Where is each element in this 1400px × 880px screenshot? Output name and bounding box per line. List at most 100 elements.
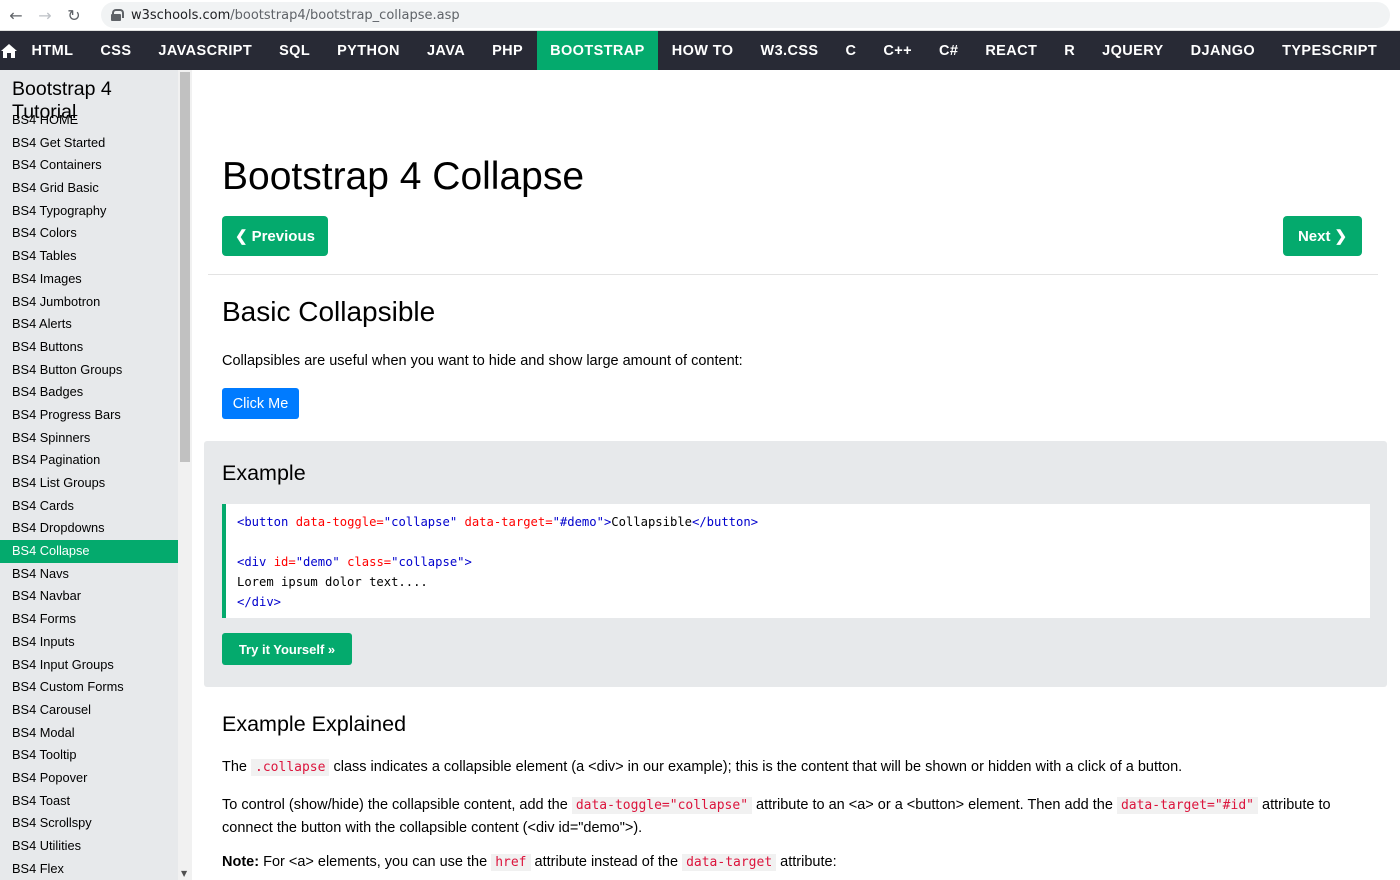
sidebar-scrollbar[interactable]: ▼: [178, 70, 192, 880]
sidebar-item-bs4-scrollspy[interactable]: BS4 Scrollspy: [0, 812, 178, 835]
topnav-item-java[interactable]: JAVA: [413, 31, 478, 70]
topnav-item-c-[interactable]: C#: [925, 31, 971, 70]
back-arrow-icon[interactable]: ←: [3, 2, 29, 28]
topnav-item-html[interactable]: HTML: [18, 31, 87, 70]
sidebar-item-bs4-progress-bars[interactable]: BS4 Progress Bars: [0, 404, 178, 427]
divider: [208, 274, 1378, 275]
url-host: w3schools.com: [131, 7, 231, 23]
sidebar-item-bs4-carousel[interactable]: BS4 Carousel: [0, 699, 178, 722]
inline-code: href: [491, 854, 531, 871]
sidebar-item-bs4-typography[interactable]: BS4 Typography: [0, 200, 178, 223]
address-bar[interactable]: w3schools.com/bootstrap4/bootstrap_colla…: [101, 2, 1390, 28]
topnav-item-sql[interactable]: SQL: [266, 31, 324, 70]
next-label: Next: [1297, 227, 1331, 245]
explained-paragraph-2: To control (show/hide) the collapsible c…: [222, 794, 1342, 839]
forward-arrow-icon[interactable]: →: [32, 2, 58, 28]
sidebar-item-bs4-tables[interactable]: BS4 Tables: [0, 245, 178, 268]
inline-code: .collapse: [251, 759, 330, 776]
explained-title: Example Explained: [222, 712, 407, 736]
reload-icon[interactable]: ↻: [61, 2, 87, 28]
inline-code: data-target="#id": [1116, 797, 1258, 814]
inline-code: data-toggle="collapse": [571, 797, 753, 814]
text: The: [222, 759, 252, 775]
text: attribute instead of the: [530, 854, 683, 870]
text: class indicates a collapsible element (a…: [329, 759, 1183, 775]
sidebar-item-bs4-containers[interactable]: BS4 Containers: [0, 154, 178, 177]
sidebar-item-bs4-tooltip[interactable]: BS4 Tooltip: [0, 744, 178, 767]
chevron-left-icon: ❮: [235, 228, 248, 245]
page-title: Bootstrap 4 Collapse: [222, 155, 585, 198]
topnav-item-c-[interactable]: C++: [870, 31, 926, 70]
code-example: <button data-toggle="collapse" data-targ…: [222, 504, 1370, 618]
browser-toolbar: ← → ↻ w3schools.com/bootstrap4/bootstrap…: [0, 0, 1400, 31]
sidebar-item-bs4-collapse[interactable]: BS4 Collapse: [0, 540, 178, 563]
sidebar-item-bs4-pagination[interactable]: BS4 Pagination: [0, 449, 178, 472]
click-me-button[interactable]: Click Me: [222, 388, 299, 419]
sidebar: Bootstrap 4 Tutorial BS4 HOME BS4 Get Sta…: [0, 70, 178, 880]
topnav-item-how-to[interactable]: HOW TO: [658, 31, 747, 70]
sidebar-item-bs4-jumbotron[interactable]: BS4 Jumbotron: [0, 291, 178, 314]
sidebar-item-bs4-alerts[interactable]: BS4 Alerts: [0, 313, 178, 336]
sidebar-item-bs4-dropdowns[interactable]: BS4 Dropdowns: [0, 517, 178, 540]
topnav-item-django[interactable]: DJANGO: [1177, 31, 1268, 70]
sidebar-item-bs4-spinners[interactable]: BS4 Spinners: [0, 427, 178, 450]
topnav-item-python[interactable]: PYTHON: [324, 31, 414, 70]
note-paragraph: Note: For <a> elements, you can use the …: [222, 851, 837, 874]
topnav-item-bootstrap[interactable]: BOOTSTRAP: [536, 31, 659, 70]
next-button[interactable]: Next ❯: [1283, 216, 1362, 256]
sidebar-item-bs4-utilities[interactable]: BS4 Utilities: [0, 835, 178, 858]
sidebar-item-bs4-cards[interactable]: BS4 Cards: [0, 495, 178, 518]
sidebar-item-bs4-get-started[interactable]: BS4 Get Started: [0, 132, 178, 155]
code-line: Lorem ipsum dolor text....: [237, 575, 428, 589]
chevron-right-icon: ❯: [1334, 228, 1348, 245]
inline-code: data-target: [682, 854, 777, 871]
explained-paragraph-1: The .collapse class indicates a collapsi…: [222, 756, 1182, 779]
sidebar-item-bs4-navbar[interactable]: BS4 Navbar: [0, 585, 178, 608]
previous-label: Previous: [251, 227, 315, 245]
sidebar-item-bs4-button-groups[interactable]: BS4 Button Groups: [0, 359, 178, 382]
try-it-yourself-button[interactable]: Try it Yourself »: [222, 633, 352, 665]
text: For <a> elements, you can use the: [259, 854, 492, 870]
example-box: Example <button data-toggle="collapse" d…: [204, 441, 1387, 687]
sidebar-item-bs4-popover[interactable]: BS4 Popover: [0, 767, 178, 790]
code-line: <button data-toggle="collapse" data-targ…: [237, 515, 759, 529]
sidebar-item-bs4-buttons[interactable]: BS4 Buttons: [0, 336, 178, 359]
top-navigation: HTML CSS JAVASCRIPT SQL PYTHON JAVA PHP BOOTSTR…: [0, 31, 1400, 70]
sidebar-item-bs4-custom-forms[interactable]: BS4 Custom Forms: [0, 676, 178, 699]
sidebar-item-bs4-forms[interactable]: BS4 Forms: [0, 608, 178, 631]
sidebar-item-bs4-home[interactable]: BS4 HOME: [0, 109, 178, 132]
topnav-item-jquery[interactable]: JQUERY: [1089, 31, 1178, 70]
code-line: <div id="demo" class="collapse">: [237, 555, 472, 569]
sidebar-title: Bootstrap 4 Tutorial: [12, 78, 112, 123]
scroll-down-arrow-icon[interactable]: ▼: [181, 869, 187, 878]
previous-button[interactable]: ❮ Previous: [222, 216, 328, 256]
sidebar-item-bs4-input-groups[interactable]: BS4 Input Groups: [0, 654, 178, 677]
topnav-item-javascript[interactable]: JAVASCRIPT: [145, 31, 266, 70]
sidebar-item-bs4-flex[interactable]: BS4 Flex: [0, 858, 178, 880]
text: To control (show/hide) the collapsible c…: [222, 797, 572, 813]
sidebar-item-bs4-modal[interactable]: BS4 Modal: [0, 722, 178, 745]
topnav-item-php[interactable]: PHP: [479, 31, 537, 70]
topnav-item-nod[interactable]: NOD: [1391, 31, 1400, 70]
sidebar-item-bs4-badges[interactable]: BS4 Badges: [0, 381, 178, 404]
sidebar-item-bs4-list-groups[interactable]: BS4 List Groups: [0, 472, 178, 495]
topnav-item-w3-css[interactable]: W3.CSS: [747, 31, 832, 70]
sidebar-item-bs4-inputs[interactable]: BS4 Inputs: [0, 631, 178, 654]
sidebar-item-bs4-navs[interactable]: BS4 Navs: [0, 563, 178, 586]
intro-text: Collapsibles are useful when you want to…: [222, 353, 743, 369]
scrollbar-thumb[interactable]: [180, 72, 190, 462]
url-path: /bootstrap4/bootstrap_collapse.asp: [230, 7, 460, 23]
topnav-item-c[interactable]: C: [832, 31, 870, 70]
text: attribute to an <a> or a <button> elemen…: [752, 797, 1117, 813]
note-label: Note:: [222, 854, 260, 870]
topnav-item-react[interactable]: REACT: [972, 31, 1051, 70]
sidebar-item-bs4-colors[interactable]: BS4 Colors: [0, 222, 178, 245]
home-icon[interactable]: [0, 31, 18, 70]
topnav-item-r[interactable]: R: [1051, 31, 1089, 70]
topnav-item-typescript[interactable]: TYPESCRIPT: [1269, 31, 1391, 70]
sidebar-item-bs4-toast[interactable]: BS4 Toast: [0, 790, 178, 813]
topnav-item-css[interactable]: CSS: [87, 31, 145, 70]
sidebar-item-bs4-grid-basic[interactable]: BS4 Grid Basic: [0, 177, 178, 200]
sidebar-item-bs4-images[interactable]: BS4 Images: [0, 268, 178, 291]
